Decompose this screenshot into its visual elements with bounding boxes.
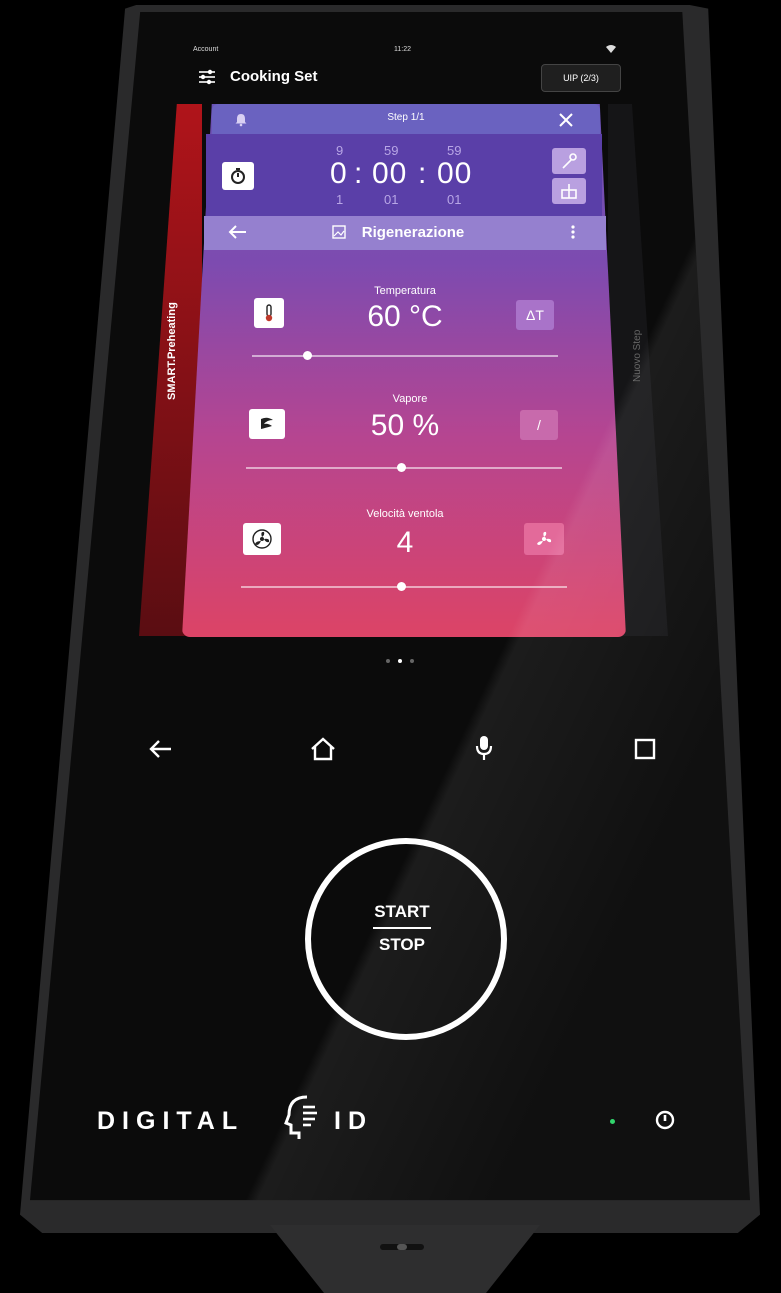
status-time: 11:22 — [394, 46, 411, 53]
fan-speed-label: Velocità ventola — [366, 508, 444, 520]
steam-icon[interactable] — [249, 409, 285, 439]
delta-t-button[interactable]: ΔT — [516, 300, 554, 330]
power-icon[interactable] — [655, 1110, 675, 1130]
timer-hours-up[interactable]: 9 — [336, 143, 343, 158]
page-title: Cooking Set — [230, 68, 318, 85]
temperature-label: Temperatura — [374, 285, 436, 297]
stopwatch-icon[interactable] — [222, 162, 254, 190]
uip-button[interactable]: UIP (2/3) — [541, 64, 621, 92]
thermometer-icon[interactable] — [254, 298, 284, 328]
microphone-icon[interactable] — [474, 734, 494, 762]
brand-logo-left: DIGITAL — [97, 1107, 245, 1135]
next-step-label: Nuovo Step — [632, 329, 643, 382]
timer-hours-down[interactable]: 1 — [336, 192, 343, 207]
fan-speed-value[interactable]: 4 — [305, 526, 505, 560]
home-icon[interactable] — [309, 736, 337, 762]
step-title: Step 1/1 — [387, 112, 425, 123]
status-led — [610, 1119, 615, 1124]
recipe-title: Rigenerazione — [361, 224, 465, 241]
temperature-slider-knob[interactable] — [303, 351, 312, 360]
previous-step-label: SMART.Preheating — [166, 302, 178, 400]
stop-label: STOP — [379, 935, 425, 954]
fan-speed-slider-knob[interactable] — [397, 582, 406, 591]
steam-slider-knob[interactable] — [397, 463, 406, 472]
device-bottom-tab — [270, 1225, 540, 1293]
temperature-slider-track[interactable] — [252, 355, 558, 357]
close-icon[interactable] — [558, 112, 574, 128]
fan-mode-icon[interactable] — [524, 523, 564, 555]
steam-label: Vapore — [392, 393, 428, 405]
steam-value[interactable]: 50 % — [305, 409, 505, 443]
brand-logo-right: ID — [334, 1107, 373, 1135]
timer-seconds-up[interactable]: 59 — [447, 143, 461, 158]
timer-hours[interactable]: 0 — [330, 157, 348, 191]
timer-minutes-down[interactable]: 01 — [384, 192, 398, 207]
more-vertical-icon[interactable] — [570, 224, 576, 240]
hold-icon[interactable] — [552, 178, 586, 204]
face-logo-icon — [284, 1095, 317, 1139]
timer-seconds-down[interactable]: 01 — [447, 192, 461, 207]
timer-seconds[interactable]: 00 — [437, 157, 472, 191]
temperature-value[interactable]: 60 °C — [305, 300, 505, 334]
page-dot-active — [398, 659, 402, 663]
page-dot — [386, 659, 390, 663]
status-account: Account — [193, 46, 219, 53]
wifi-icon — [606, 45, 616, 53]
fan-icon[interactable] — [243, 523, 281, 555]
settings-sliders-icon[interactable] — [198, 69, 216, 85]
timer-separator: : — [354, 157, 364, 190]
timer-minutes[interactable]: 00 — [372, 157, 407, 191]
recents-icon[interactable] — [634, 738, 656, 760]
back-icon[interactable] — [148, 738, 174, 760]
page-dot — [410, 659, 414, 663]
start-label: START — [374, 902, 430, 921]
start-stop-divider — [373, 927, 431, 929]
page-indicator — [382, 650, 418, 668]
timer-minutes-up[interactable]: 59 — [384, 143, 398, 158]
probe-icon[interactable] — [552, 148, 586, 174]
steam-mode-button[interactable]: / — [520, 410, 558, 440]
device-slot-indicator — [397, 1244, 407, 1250]
timer-separator: : — [418, 157, 428, 190]
